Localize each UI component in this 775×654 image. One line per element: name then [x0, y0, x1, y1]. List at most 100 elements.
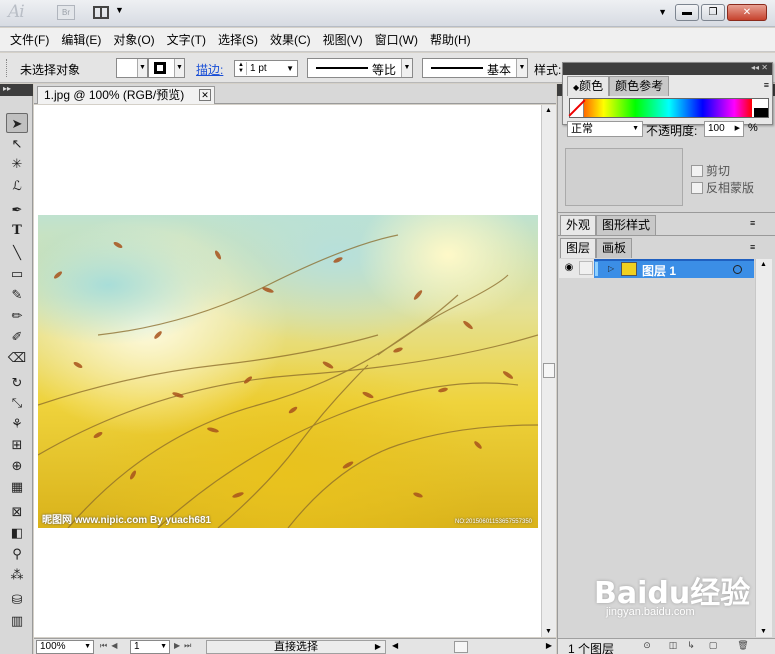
black-white-swatch[interactable]	[754, 99, 768, 117]
gradient-tool-icon[interactable]: ◧	[6, 523, 28, 543]
document-tab[interactable]: 1.jpg @ 100% (RGB/预览) ✕	[37, 86, 215, 104]
stroke-link[interactable]: 描边:	[196, 61, 223, 78]
minimize-button[interactable]: ▬	[675, 4, 699, 21]
perspective-grid-tool-icon[interactable]: ▦	[6, 477, 28, 497]
layer-selection[interactable]: ▷ 图层 1	[594, 259, 754, 278]
menu-select[interactable]: 选择(S)	[212, 31, 264, 48]
scroll-up-icon[interactable]: ▲	[545, 107, 552, 114]
scroll-right-icon[interactable]: ▶	[546, 641, 552, 650]
panel-menu-icon[interactable]: ≡	[750, 242, 772, 252]
menu-effect[interactable]: 效果(C)	[264, 31, 317, 48]
restore-button[interactable]: ❐	[701, 4, 725, 21]
tab-artboards[interactable]: 画板	[596, 238, 633, 258]
eraser-tool-icon[interactable]: ⌫	[6, 348, 28, 368]
shape-builder-tool-icon[interactable]: ⊕	[6, 456, 28, 476]
scroll-thumb[interactable]	[543, 363, 555, 378]
expand-triangle-icon[interactable]: ▷	[608, 264, 614, 273]
variable-width-profile[interactable]: 等比 ▼	[307, 58, 413, 78]
collapse-icon[interactable]: ◂◂ ✕	[751, 63, 768, 72]
menu-edit[interactable]: 编辑(E)	[55, 31, 107, 48]
eye-icon[interactable]: ◉	[562, 261, 576, 275]
tab-color[interactable]: ◆颜色	[567, 76, 610, 96]
new-sublayer-icon[interactable]: ↳	[684, 640, 698, 653]
collapse-icon[interactable]: ▸▸	[3, 84, 11, 93]
first-prev-nav[interactable]: ⏮◀	[100, 641, 121, 651]
zoom-field[interactable]: 100% ▼	[36, 640, 94, 654]
new-layer-icon[interactable]: ▢	[706, 640, 720, 653]
symbol-sprayer-tool-icon[interactable]: ⛁	[6, 590, 28, 610]
mask-thumbnail[interactable]	[565, 148, 683, 206]
canvas-horizontal-scrollbar[interactable]: ◀ ▶	[390, 640, 554, 654]
color-spectrum[interactable]	[569, 98, 769, 118]
next-last-nav[interactable]: ▶⏭	[174, 641, 195, 651]
selection-tool-icon[interactable]: ➤	[6, 113, 28, 133]
scroll-thumb[interactable]	[454, 641, 468, 653]
invert-mask-checkbox[interactable]: 反相蒙版	[691, 179, 754, 196]
menu-window[interactable]: 窗口(W)	[369, 31, 424, 48]
blend-tool-icon[interactable]: ⁂	[6, 565, 28, 585]
scale-tool-icon[interactable]: ⤡	[6, 393, 28, 413]
lock-toggle[interactable]	[579, 261, 593, 275]
type-tool-icon[interactable]: T	[6, 221, 28, 241]
line-tool-icon[interactable]: ╲	[6, 243, 28, 263]
brush-definition[interactable]: 基本 ▼	[422, 58, 528, 78]
placed-photo[interactable]: 昵图网 www.nipic.com By yuach681 NO:2015060…	[38, 215, 538, 528]
menu-help[interactable]: 帮助(H)	[424, 31, 477, 48]
locate-object-icon[interactable]: ⊙	[640, 640, 654, 653]
bridge-button[interactable]: Br	[57, 5, 75, 20]
tab-layers[interactable]: 图层	[560, 238, 597, 258]
stepper-icon[interactable]: ▲ ▼	[236, 62, 247, 75]
workspace-switcher[interactable]: ▼	[93, 5, 127, 21]
close-icon[interactable]: ✕	[199, 89, 211, 101]
blend-mode-select[interactable]: 正常 ▼	[567, 121, 643, 137]
rectangle-tool-icon[interactable]: ▭	[6, 264, 28, 284]
opacity-field[interactable]: 100 ▶	[704, 121, 744, 137]
clip-checkbox[interactable]: 剪切	[691, 162, 730, 179]
direct-selection-tool-icon[interactable]: ↖	[6, 134, 28, 154]
scroll-down-icon[interactable]: ▼	[760, 628, 767, 635]
workspace-menu-arrow[interactable]: ▼	[658, 7, 667, 17]
lasso-tool-icon[interactable]: ℒ	[6, 176, 28, 196]
menu-file[interactable]: 文件(F)	[4, 31, 55, 48]
eyedropper-tool-icon[interactable]: ⚲	[6, 544, 28, 564]
magic-wand-tool-icon[interactable]: ✳	[6, 154, 28, 174]
paintbrush-tool-icon[interactable]: ✎	[6, 285, 28, 305]
panel-menu-icon[interactable]: ≡	[764, 80, 769, 90]
none-swatch[interactable]	[570, 99, 584, 117]
page-field[interactable]: 1 ▼	[130, 640, 170, 654]
pen-tool-icon[interactable]: ✒	[6, 200, 28, 220]
scroll-down-icon[interactable]: ▼	[545, 628, 552, 635]
layer-name[interactable]: 图层 1	[642, 262, 676, 279]
canvas-vertical-scrollbar[interactable]: ▲ ▼	[541, 105, 556, 637]
free-transform-tool-icon[interactable]: ⊞	[6, 435, 28, 455]
pencil-tool-icon[interactable]: ✏	[6, 306, 28, 326]
current-tool-status[interactable]: 直接选择 ▶	[206, 640, 386, 654]
grip-handle[interactable]	[6, 59, 9, 77]
stroke-weight-field[interactable]: ▲ ▼ 1 pt ▼	[234, 60, 298, 77]
clipping-mask-icon[interactable]: ◫	[666, 640, 680, 653]
scroll-left-icon[interactable]: ◀	[392, 641, 398, 650]
artboard-canvas[interactable]: 昵图网 www.nipic.com By yuach681 NO:2015060…	[34, 105, 541, 637]
layers-scrollbar[interactable]: ▲ ▼	[755, 259, 772, 637]
scroll-up-icon[interactable]: ▲	[760, 261, 767, 268]
mesh-tool-icon[interactable]: ⊠	[6, 502, 28, 522]
fill-swatch[interactable]: ▼	[116, 58, 148, 78]
warp-tool-icon[interactable]: ⚘	[6, 414, 28, 434]
trash-icon[interactable]: 🗑	[736, 640, 750, 653]
target-icon[interactable]	[733, 265, 742, 274]
tab-graphic-styles[interactable]: 图形样式	[596, 215, 657, 235]
layer-row[interactable]: ◉ ▷ 图层 1	[559, 259, 754, 278]
blob-brush-tool-icon[interactable]: ✐	[6, 327, 28, 347]
tools-panel-header[interactable]: ▸▸	[0, 84, 33, 96]
color-panel-header[interactable]: ◂◂ ✕	[563, 63, 772, 75]
menu-view[interactable]: 视图(V)	[317, 31, 369, 48]
tab-appearance[interactable]: 外观	[560, 215, 597, 235]
menu-type[interactable]: 文字(T)	[161, 31, 212, 48]
stroke-swatch[interactable]: ▼	[148, 58, 185, 78]
panel-menu-icon[interactable]: ≡	[750, 218, 772, 228]
column-graph-tool-icon[interactable]: ▥	[6, 611, 28, 631]
rotate-tool-icon[interactable]: ↻	[6, 373, 28, 393]
tab-color-guide[interactable]: 颜色参考	[609, 76, 670, 96]
menu-object[interactable]: 对象(O)	[107, 31, 160, 48]
close-button[interactable]: ✕	[727, 4, 767, 21]
